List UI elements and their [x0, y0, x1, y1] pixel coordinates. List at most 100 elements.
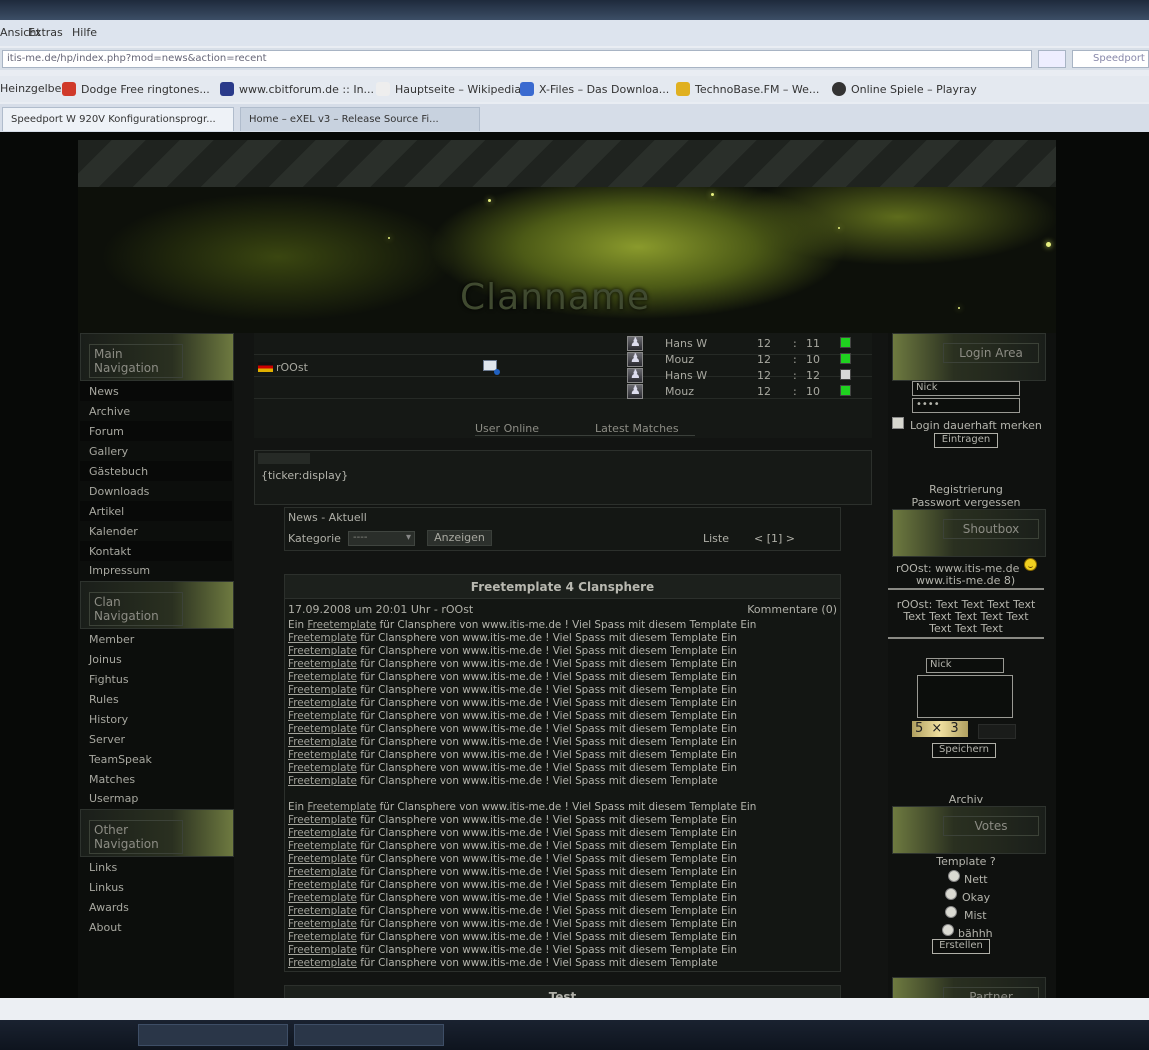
freetemplate-link[interactable]: Freetemplate: [288, 866, 357, 878]
match-opponent[interactable]: Mouz: [665, 353, 694, 366]
shout-nick-input[interactable]: Nick: [926, 658, 1004, 673]
menu-help[interactable]: Hilfe: [72, 26, 97, 39]
article-text: für Clansphere von www.itis-me.de ! Viel…: [356, 749, 738, 761]
nav-item-guestbook[interactable]: Gästebuch: [89, 465, 148, 478]
vote-radio[interactable]: [945, 906, 957, 918]
freetemplate-link[interactable]: Freetemplate: [288, 905, 357, 917]
freetemplate-link[interactable]: Freetemplate: [288, 684, 357, 696]
nav-item-fightus[interactable]: Fightus: [89, 673, 129, 686]
url-input[interactable]: itis-me.de/hp/index.php?mod=news&action=…: [2, 50, 1032, 68]
freetemplate-link[interactable]: Freetemplate: [288, 840, 357, 852]
freetemplate-link[interactable]: Freetemplate: [288, 853, 357, 865]
bookmark-item[interactable]: TechnoBase.FM – We...: [676, 82, 819, 96]
freetemplate-link[interactable]: Freetemplate: [288, 957, 357, 969]
match-opponent[interactable]: Mouz: [665, 385, 694, 398]
online-user-name[interactable]: rOOst: [276, 361, 308, 374]
shout-message-textarea[interactable]: [917, 675, 1013, 718]
freetemplate-link[interactable]: Freetemplate: [288, 814, 357, 826]
freetemplate-link[interactable]: Freetemplate: [288, 723, 357, 735]
search-input[interactable]: Speedport: [1072, 50, 1149, 68]
taskbar-button[interactable]: [294, 1024, 444, 1046]
freetemplate-link[interactable]: Freetemplate: [288, 944, 357, 956]
nav-item-kalender[interactable]: Kalender: [89, 525, 138, 538]
list-label[interactable]: Liste: [703, 532, 729, 545]
freetemplate-link[interactable]: Freetemplate: [288, 671, 357, 683]
match-opponent[interactable]: Hans W: [665, 337, 707, 350]
bookmark-item[interactable]: Hauptseite – Wikipedia: [376, 82, 521, 96]
register-link[interactable]: Registrierung: [888, 483, 1044, 496]
nav-item-joinus[interactable]: Joinus: [89, 653, 122, 666]
message-icon[interactable]: [483, 360, 500, 375]
user-online-label[interactable]: User Online: [475, 422, 599, 436]
nav-item-archive[interactable]: Archive: [89, 405, 130, 418]
news-filter: News - Aktuell Kategorie ---- Anzeigen L…: [284, 507, 841, 551]
right-sidebar: Login Area Nick •••• Login dauerhaft mer…: [888, 333, 1056, 1025]
freetemplate-link[interactable]: Freetemplate: [288, 749, 357, 761]
nav-item-impressum[interactable]: Impressum: [89, 564, 150, 577]
freetemplate-link[interactable]: Freetemplate: [288, 697, 357, 709]
freetemplate-link[interactable]: Freetemplate: [288, 762, 357, 774]
nav-item-server[interactable]: Server: [89, 733, 125, 746]
freetemplate-link[interactable]: Freetemplate: [288, 931, 357, 943]
bookmark-item[interactable]: www.cbitforum.de :: In...: [220, 82, 374, 96]
category-select[interactable]: ----: [348, 531, 415, 546]
dropdown-arrow-button[interactable]: [1038, 50, 1066, 68]
bookmark-item[interactable]: Online Spiele – Playray: [832, 82, 977, 96]
nav-item-teamspeak[interactable]: TeamSpeak: [89, 753, 152, 766]
nav-item-kontakt[interactable]: Kontakt: [89, 545, 131, 558]
article-text: für Clansphere von www.itis-me.de ! Viel…: [356, 645, 738, 657]
nav-item-links[interactable]: Links: [89, 861, 117, 874]
pagination[interactable]: < [1] >: [754, 532, 795, 545]
shout-save-button[interactable]: Speichern: [932, 743, 996, 758]
article-text: für Clansphere von www.itis-me.de ! Viel…: [356, 775, 718, 787]
nick-input[interactable]: Nick: [912, 381, 1020, 396]
latest-matches-label[interactable]: Latest Matches: [595, 422, 695, 436]
login-submit-button[interactable]: Eintragen: [934, 433, 998, 448]
vote-submit-button[interactable]: Erstellen: [932, 939, 990, 954]
forgot-password-link[interactable]: Passwort vergessen: [888, 496, 1044, 509]
freetemplate-link[interactable]: Freetemplate: [288, 736, 357, 748]
freetemplate-link[interactable]: Freetemplate: [288, 775, 357, 787]
nav-item-usermap[interactable]: Usermap: [89, 792, 138, 805]
article-text: für Clansphere von www.itis-me.de ! Viel…: [356, 853, 738, 865]
bookmark-item[interactable]: Dodge Free ringtones...: [62, 82, 210, 96]
freetemplate-link[interactable]: Freetemplate: [288, 879, 357, 891]
match-opponent[interactable]: Hans W: [665, 369, 707, 382]
nav-item-gallery[interactable]: Gallery: [89, 445, 128, 458]
password-input[interactable]: ••••: [912, 398, 1020, 413]
vote-radio[interactable]: [942, 924, 954, 936]
vote-radio[interactable]: [948, 870, 960, 882]
nav-item-history[interactable]: History: [89, 713, 128, 726]
vote-radio[interactable]: [945, 888, 957, 900]
show-button[interactable]: Anzeigen: [427, 530, 492, 546]
nav-item-downloads[interactable]: Downloads: [89, 485, 149, 498]
nav-item-artikel[interactable]: Artikel: [89, 505, 124, 518]
nav-item-about[interactable]: About: [89, 921, 122, 934]
freetemplate-link[interactable]: Freetemplate: [307, 619, 376, 631]
remember-checkbox[interactable]: [892, 417, 904, 429]
nav-item-member[interactable]: Member: [89, 633, 134, 646]
taskbar-button[interactable]: [138, 1024, 288, 1046]
menu-tools[interactable]: Extras: [28, 26, 63, 39]
freetemplate-link[interactable]: Freetemplate: [307, 801, 376, 813]
browser-tab[interactable]: Home – eXEL v3 – Release Source Fi...: [240, 107, 480, 131]
browser-tab[interactable]: Speedport W 920V Konfigurationsprogr...: [2, 107, 234, 131]
freetemplate-link[interactable]: Freetemplate: [288, 632, 357, 644]
shout-archive-link[interactable]: Archiv: [888, 793, 1044, 806]
nav-item-matches[interactable]: Matches: [89, 773, 135, 786]
freetemplate-link[interactable]: Freetemplate: [288, 710, 357, 722]
freetemplate-link[interactable]: Freetemplate: [288, 827, 357, 839]
nav-item-rules[interactable]: Rules: [89, 693, 119, 706]
freetemplate-link[interactable]: Freetemplate: [288, 658, 357, 670]
freetemplate-link[interactable]: Freetemplate: [288, 645, 357, 657]
nav-item-forum[interactable]: Forum: [89, 425, 124, 438]
comments-link[interactable]: Kommentare (0): [747, 603, 837, 616]
freetemplate-link[interactable]: Freetemplate: [288, 892, 357, 904]
nav-item-news[interactable]: News: [89, 385, 119, 398]
bookmark-item[interactable]: X-Files – Das Downloa...: [520, 82, 669, 96]
german-flag-icon: [258, 362, 273, 372]
captcha-input[interactable]: [978, 724, 1016, 739]
freetemplate-link[interactable]: Freetemplate: [288, 918, 357, 930]
nav-item-linkus[interactable]: Linkus: [89, 881, 124, 894]
nav-item-awards[interactable]: Awards: [89, 901, 129, 914]
